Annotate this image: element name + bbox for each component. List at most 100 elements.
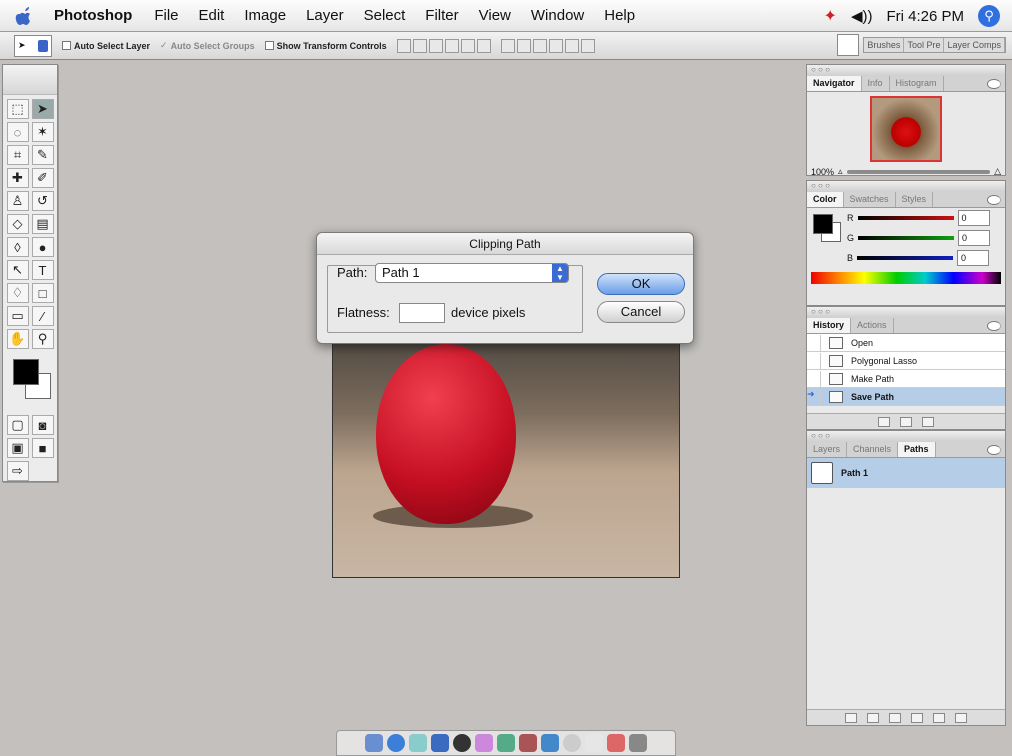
palette-menu-icon[interactable] <box>987 195 1001 205</box>
red-slider[interactable] <box>857 216 954 220</box>
safari-icon[interactable] <box>387 734 405 752</box>
palette-titlebar[interactable]: ○ ○ ○ <box>807 431 1005 442</box>
red-value-input[interactable]: 0 <box>957 210 990 226</box>
menu-window[interactable]: Window <box>531 7 584 24</box>
notes-tool-icon[interactable]: ▭ <box>6 306 29 326</box>
zoom-level[interactable]: 100% <box>811 167 834 177</box>
spotlight-icon[interactable]: ⚲ <box>978 5 1000 27</box>
zoom-tool-icon[interactable]: ⚲ <box>31 329 54 349</box>
palette-titlebar[interactable]: ○ ○ ○ <box>807 307 1005 318</box>
menu-layer[interactable]: Layer <box>306 7 344 24</box>
apple-menu-icon[interactable] <box>14 5 40 27</box>
menu-app-name[interactable]: Photoshop <box>54 7 132 24</box>
marquee-tool-icon[interactable]: ⬚ <box>6 99 29 119</box>
quick-mask-icon[interactable]: ◙ <box>31 415 54 435</box>
trash-icon[interactable] <box>955 712 967 723</box>
finder-icon[interactable] <box>365 734 383 752</box>
tab-layers[interactable]: Layers <box>807 442 848 457</box>
standard-mode-icon[interactable]: ▢ <box>6 415 29 435</box>
flatness-input[interactable] <box>399 303 445 323</box>
toolbox-header[interactable] <box>3 65 57 95</box>
tab-tool-presets[interactable]: Tool Pre <box>904 38 945 52</box>
tab-color[interactable]: Color <box>807 192 844 207</box>
move-tool-icon[interactable]: ➤ <box>31 99 54 119</box>
document-icon[interactable] <box>585 734 603 752</box>
load-selection-icon[interactable] <box>889 712 901 723</box>
zoom-slider[interactable] <box>846 169 991 174</box>
menu-image[interactable]: Image <box>244 7 286 24</box>
palette-titlebar[interactable]: ○ ○ ○ <box>807 65 1005 76</box>
hand-tool-icon[interactable]: ✋ <box>6 329 29 349</box>
ichat-icon[interactable] <box>431 734 449 752</box>
gradient-tool-icon[interactable]: ▤ <box>31 214 54 234</box>
tab-brushes[interactable]: Brushes <box>864 38 905 52</box>
magic-wand-icon[interactable]: ✶ <box>31 122 54 142</box>
preview-icon[interactable] <box>541 734 559 752</box>
palette-menu-icon[interactable] <box>987 445 1001 455</box>
brush-tool-icon[interactable]: ✐ <box>31 168 54 188</box>
blue-value-input[interactable]: 0 <box>957 250 990 266</box>
blue-slider[interactable] <box>857 256 954 260</box>
auto-select-layer-checkbox[interactable]: Auto Select Layer <box>62 41 150 51</box>
tab-history[interactable]: History <box>807 318 852 333</box>
app-icon[interactable] <box>519 734 537 752</box>
mail-icon[interactable] <box>409 734 427 752</box>
document-canvas[interactable] <box>332 343 680 578</box>
color-ramp[interactable] <box>811 272 1001 284</box>
tab-paths[interactable]: Paths <box>898 442 936 457</box>
stroke-path-icon[interactable] <box>867 712 879 723</box>
make-work-path-icon[interactable] <box>911 712 923 723</box>
type-tool-icon[interactable]: T <box>31 260 54 280</box>
show-transform-checkbox[interactable]: Show Transform Controls <box>264 41 387 51</box>
imovie-icon[interactable] <box>497 734 515 752</box>
tab-channels[interactable]: Channels <box>847 442 899 457</box>
foreground-color-swatch[interactable] <box>13 359 39 385</box>
path-select[interactable]: Path 1 ▲ ▼ <box>375 263 569 283</box>
search-icon[interactable] <box>563 734 581 752</box>
color-fg-swatch[interactable] <box>813 214 833 234</box>
palette-menu-icon[interactable] <box>987 321 1001 331</box>
itunes-icon[interactable] <box>453 734 471 752</box>
speaker-icon[interactable]: ◀)) <box>851 7 873 25</box>
menu-file[interactable]: File <box>154 7 178 24</box>
eyedropper-icon[interactable]: ⁄ <box>31 306 54 326</box>
crop-tool-icon[interactable]: ⌗ <box>6 145 29 165</box>
lasso-tool-icon[interactable]: ◌ <box>6 122 29 142</box>
zoom-out-icon[interactable]: ▵ <box>838 166 843 177</box>
green-slider[interactable] <box>858 236 955 240</box>
dodge-tool-icon[interactable]: ● <box>31 237 54 257</box>
trash-icon[interactable] <box>629 734 647 752</box>
menu-edit[interactable]: Edit <box>199 7 225 24</box>
slice-tool-icon[interactable]: ✎ <box>31 145 54 165</box>
pen-tool-icon[interactable]: ♢ <box>6 283 29 303</box>
jump-to-imageready-icon[interactable]: ⇨ <box>6 461 29 481</box>
eraser-tool-icon[interactable]: ◇ <box>6 214 29 234</box>
auto-select-groups-checkbox[interactable]: ✓ Auto Select Groups <box>160 40 255 51</box>
green-value-input[interactable]: 0 <box>958 230 991 246</box>
tab-actions[interactable]: Actions <box>851 318 894 333</box>
menu-select[interactable]: Select <box>364 7 406 24</box>
path-select-icon[interactable]: ↖ <box>6 260 29 280</box>
shape-tool-icon[interactable]: □ <box>31 283 54 303</box>
menu-help[interactable]: Help <box>604 7 635 24</box>
history-item[interactable]: ➜ Save Path <box>807 388 1005 406</box>
distribute-buttons[interactable] <box>500 38 595 53</box>
brush-palette-icon[interactable] <box>837 34 860 56</box>
blur-tool-icon[interactable]: ◊ <box>6 237 29 257</box>
screen-mode-icon[interactable]: ▣ <box>6 438 29 458</box>
path-row[interactable]: Path 1 <box>807 458 1005 488</box>
full-screen-icon[interactable]: ■ <box>31 438 54 458</box>
history-item[interactable]: Open <box>807 334 1005 352</box>
history-brush-icon[interactable]: ↺ <box>31 191 54 211</box>
tab-styles[interactable]: Styles <box>896 192 934 207</box>
snapshot-icon[interactable] <box>900 416 912 427</box>
menu-filter[interactable]: Filter <box>425 7 458 24</box>
palette-titlebar[interactable]: ○ ○ ○ <box>807 181 1005 192</box>
palette-menu-icon[interactable] <box>987 79 1001 89</box>
tab-layer-comps[interactable]: Layer Comps <box>944 38 1005 52</box>
trash-icon[interactable] <box>922 416 934 427</box>
tab-info[interactable]: Info <box>862 76 890 91</box>
navigator-thumbnail[interactable] <box>870 96 942 162</box>
calendar-icon[interactable] <box>607 734 625 752</box>
iphoto-icon[interactable] <box>475 734 493 752</box>
